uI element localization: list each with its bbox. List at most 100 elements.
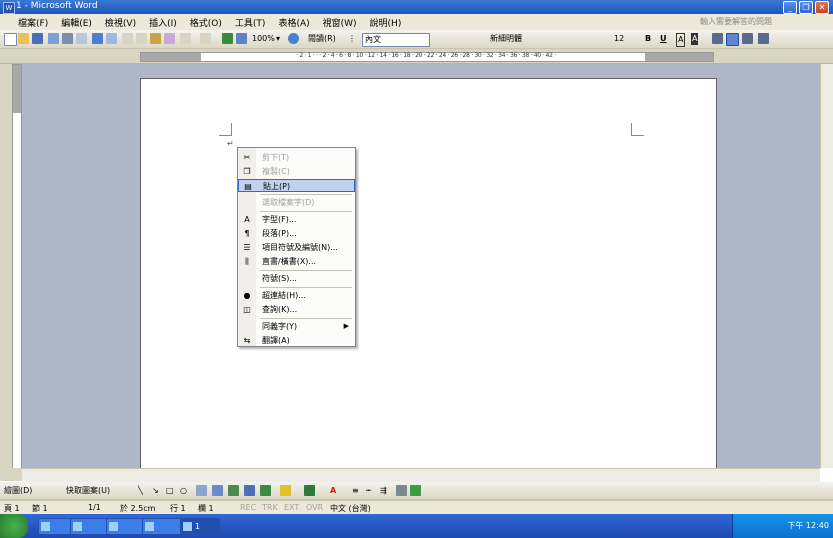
close-button[interactable]: ✕ — [815, 1, 829, 14]
maximize-button[interactable]: ❐ — [799, 1, 813, 14]
context-menu-label: 超連結(H)... — [262, 291, 306, 300]
paragraph-icon: ¶ — [244, 229, 250, 238]
taskbar-item-word[interactable]: 1 — [180, 518, 220, 535]
context-menu-item-10[interactable]: ◫ 查詢(K)... — [238, 303, 355, 316]
context-menu-item-11[interactable]: 同義字(Y) ▶ — [238, 320, 355, 333]
3d-style-icon[interactable] — [410, 485, 421, 496]
arrow-tool-icon[interactable]: ↘ — [152, 485, 159, 497]
menu-item-6[interactable]: 表格(A) — [278, 16, 309, 29]
menu-item-7[interactable]: 視窗(W) — [323, 16, 357, 29]
shadow-style-icon[interactable] — [396, 485, 407, 496]
bold-button[interactable]: B — [645, 33, 651, 45]
status-ovr[interactable]: OVR — [306, 503, 323, 512]
diagram-tool-icon[interactable] — [228, 485, 239, 496]
research-icon[interactable] — [106, 33, 117, 44]
context-menu-item-5[interactable]: ¶ 段落(P)... — [238, 227, 355, 240]
context-menu-item-12[interactable]: ⇆ 翻譯(A) — [238, 334, 355, 347]
undo-icon[interactable] — [180, 33, 191, 44]
format-painter-icon[interactable] — [164, 33, 175, 44]
font-size-dropdown[interactable]: 12 — [614, 33, 624, 45]
line-tool-icon[interactable]: ╲ — [138, 485, 143, 497]
context-menu-item-2[interactable]: ▤ 貼上(P) — [238, 179, 355, 192]
redo-icon[interactable] — [200, 33, 211, 44]
status-trk[interactable]: TRK — [262, 503, 278, 512]
context-menu-item-8[interactable]: 符號(S)... — [238, 272, 355, 285]
menu-separator — [260, 287, 352, 288]
horizontal-ruler[interactable]: · 2 · 1 · · · 2 · 4 · 6 · 8 · 10 · 12 · … — [0, 49, 833, 64]
context-menu-item-3[interactable]: 選取檔案字(D) — [238, 196, 355, 209]
cut-icon[interactable] — [122, 33, 133, 44]
line-style-icon[interactable]: ≡ — [352, 485, 359, 497]
spelling-icon[interactable] — [92, 33, 103, 44]
help-search-input[interactable]: 輸入需要解答的問題 — [700, 16, 772, 27]
vertical-ruler[interactable] — [12, 64, 22, 470]
minimize-button[interactable]: _ — [783, 1, 797, 14]
dash-style-icon[interactable]: ┅ — [366, 485, 371, 497]
autoshapes-button[interactable]: 快取圖案(U) — [66, 485, 110, 497]
scissors-icon: ✂ — [243, 153, 251, 162]
wordart-tool-icon[interactable] — [212, 485, 223, 496]
margin-corner-top-right — [631, 123, 644, 136]
zoom-dropdown-icon[interactable]: ▾ — [276, 33, 280, 45]
fill-color-icon[interactable] — [280, 485, 291, 496]
rectangle-tool-icon[interactable]: □ — [166, 485, 174, 497]
word-app-icon[interactable]: W — [3, 2, 15, 14]
char-shading-button[interactable]: A — [691, 33, 699, 45]
status-rec[interactable]: REC — [240, 503, 256, 512]
view-buttons[interactable] — [0, 468, 22, 481]
context-menu-label: 項目符號及編號(N)... — [262, 243, 338, 252]
menu-item-4[interactable]: 格式(O) — [190, 16, 222, 29]
line-color-icon[interactable] — [304, 485, 315, 496]
menu-item-5[interactable]: 工具(T) — [235, 16, 266, 29]
menu-item-2[interactable]: 檢視(V) — [105, 16, 136, 29]
oval-tool-icon[interactable]: ○ — [180, 485, 187, 497]
textbox-tool-icon[interactable] — [196, 485, 207, 496]
menu-item-0[interactable]: 檔案(F) — [18, 16, 48, 29]
context-menu-item-0[interactable]: ✂ 剪下(T) — [238, 151, 355, 164]
picture-tool-icon[interactable] — [260, 485, 271, 496]
tables-icon[interactable] — [236, 33, 247, 44]
new-document-icon[interactable] — [4, 33, 17, 46]
font-icon: A — [244, 215, 250, 224]
menu-item-1[interactable]: 編輯(E) — [61, 16, 92, 29]
start-button[interactable] — [0, 514, 28, 538]
paste-toolbar-icon[interactable] — [150, 33, 161, 44]
menu-item-3[interactable]: 插入(I) — [149, 16, 177, 29]
draw-menu-button[interactable]: 繪圖(D) — [4, 485, 32, 497]
print-icon[interactable] — [62, 33, 73, 44]
align-center-icon[interactable] — [742, 33, 753, 44]
help-icon[interactable] — [288, 33, 299, 44]
underline-button[interactable]: U — [660, 33, 667, 45]
context-menu-item-1[interactable]: ❐ 複製(C) — [238, 165, 355, 178]
char-border-button[interactable]: A — [676, 33, 686, 47]
align-justify-icon[interactable] — [726, 33, 739, 46]
font-color-icon[interactable]: A — [330, 485, 336, 497]
style-dropdown[interactable]: 內文 — [362, 33, 430, 47]
font-dropdown[interactable]: 新細明體 — [490, 33, 522, 45]
horizontal-scrollbar[interactable] — [22, 468, 820, 482]
menu-item-8[interactable]: 說明(H) — [370, 16, 402, 29]
align-left-icon[interactable] — [712, 33, 723, 44]
hyperlink-toolbar-icon[interactable] — [222, 33, 233, 44]
status-ext[interactable]: EXT — [284, 503, 299, 512]
translate-icon: ⇆ — [243, 336, 251, 345]
open-folder-icon[interactable] — [18, 33, 29, 44]
context-menu-item-7[interactable]: ⫼ 直書/橫書(X)... — [238, 255, 355, 268]
permission-icon[interactable] — [48, 33, 59, 44]
context-menu-label: 貼上(P) — [263, 182, 291, 191]
copy-toolbar-icon[interactable] — [136, 33, 147, 44]
save-icon[interactable] — [32, 33, 43, 44]
toolbar-options-icon[interactable]: ⋮ — [348, 33, 356, 45]
context-menu-item-4[interactable]: A 字型(F)... — [238, 213, 355, 226]
zoom-box[interactable]: 100% — [252, 33, 275, 45]
align-right-icon[interactable] — [758, 33, 769, 44]
clipart-tool-icon[interactable] — [244, 485, 255, 496]
read-button[interactable]: 閱讀(R) — [308, 33, 336, 45]
title-bar[interactable]: W 1 - Microsoft Word _ ❐ ✕ — [0, 0, 833, 14]
print-preview-icon[interactable] — [76, 33, 87, 44]
arrow-style-icon[interactable]: ⇶ — [380, 485, 387, 497]
vertical-scrollbar[interactable] — [820, 64, 833, 468]
context-menu-item-9[interactable]: ● 超連結(H)... — [238, 289, 355, 302]
context-menu-item-6[interactable]: ☰ 項目符號及編號(N)... — [238, 241, 355, 254]
document-page[interactable]: ↵ — [140, 78, 717, 478]
